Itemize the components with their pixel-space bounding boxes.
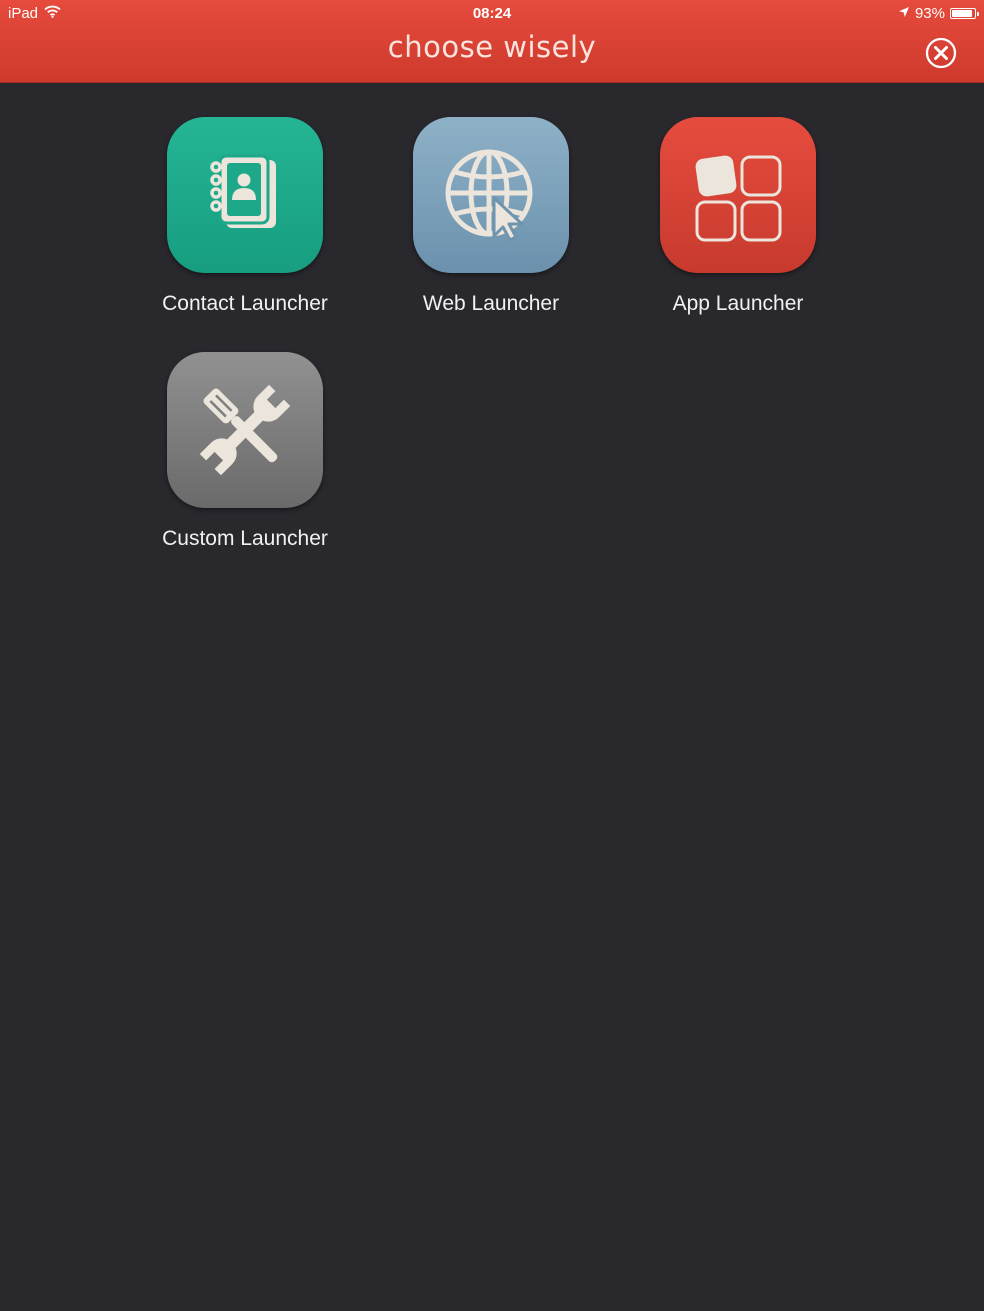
page-title: choose wisely — [387, 30, 597, 64]
app-launcher-label: App Launcher — [672, 292, 804, 315]
status-time: 08:24 — [472, 5, 512, 22]
contact-book-icon — [167, 117, 323, 273]
battery-icon — [950, 8, 979, 19]
close-icon — [925, 37, 957, 69]
close-button[interactable] — [925, 37, 957, 69]
custom-launcher-label: Custom Launcher — [162, 527, 328, 550]
custom-launcher-tile[interactable]: Custom Launcher — [135, 352, 355, 551]
globe-cursor-icon — [413, 117, 569, 273]
web-launcher-label: Web Launcher — [422, 292, 560, 315]
app-launcher-tile[interactable]: App Launcher — [628, 117, 848, 316]
status-bar: iPad 08:24 93% — [0, 0, 984, 26]
battery-fill — [952, 10, 973, 17]
battery-tip — [977, 12, 979, 16]
contact-launcher-tile[interactable]: Contact Launcher — [135, 117, 355, 316]
contact-launcher-label: Contact Launcher — [162, 292, 328, 315]
web-launcher-tile[interactable]: Web Launcher — [381, 117, 601, 316]
top-header-bar: iPad 08:24 93% choose wisely — [0, 0, 984, 83]
app-grid-icon — [660, 117, 816, 273]
tools-icon — [167, 352, 323, 508]
status-right: 93% — [898, 5, 979, 22]
location-arrow-icon — [898, 5, 910, 22]
battery-percent: 93% — [914, 5, 945, 22]
